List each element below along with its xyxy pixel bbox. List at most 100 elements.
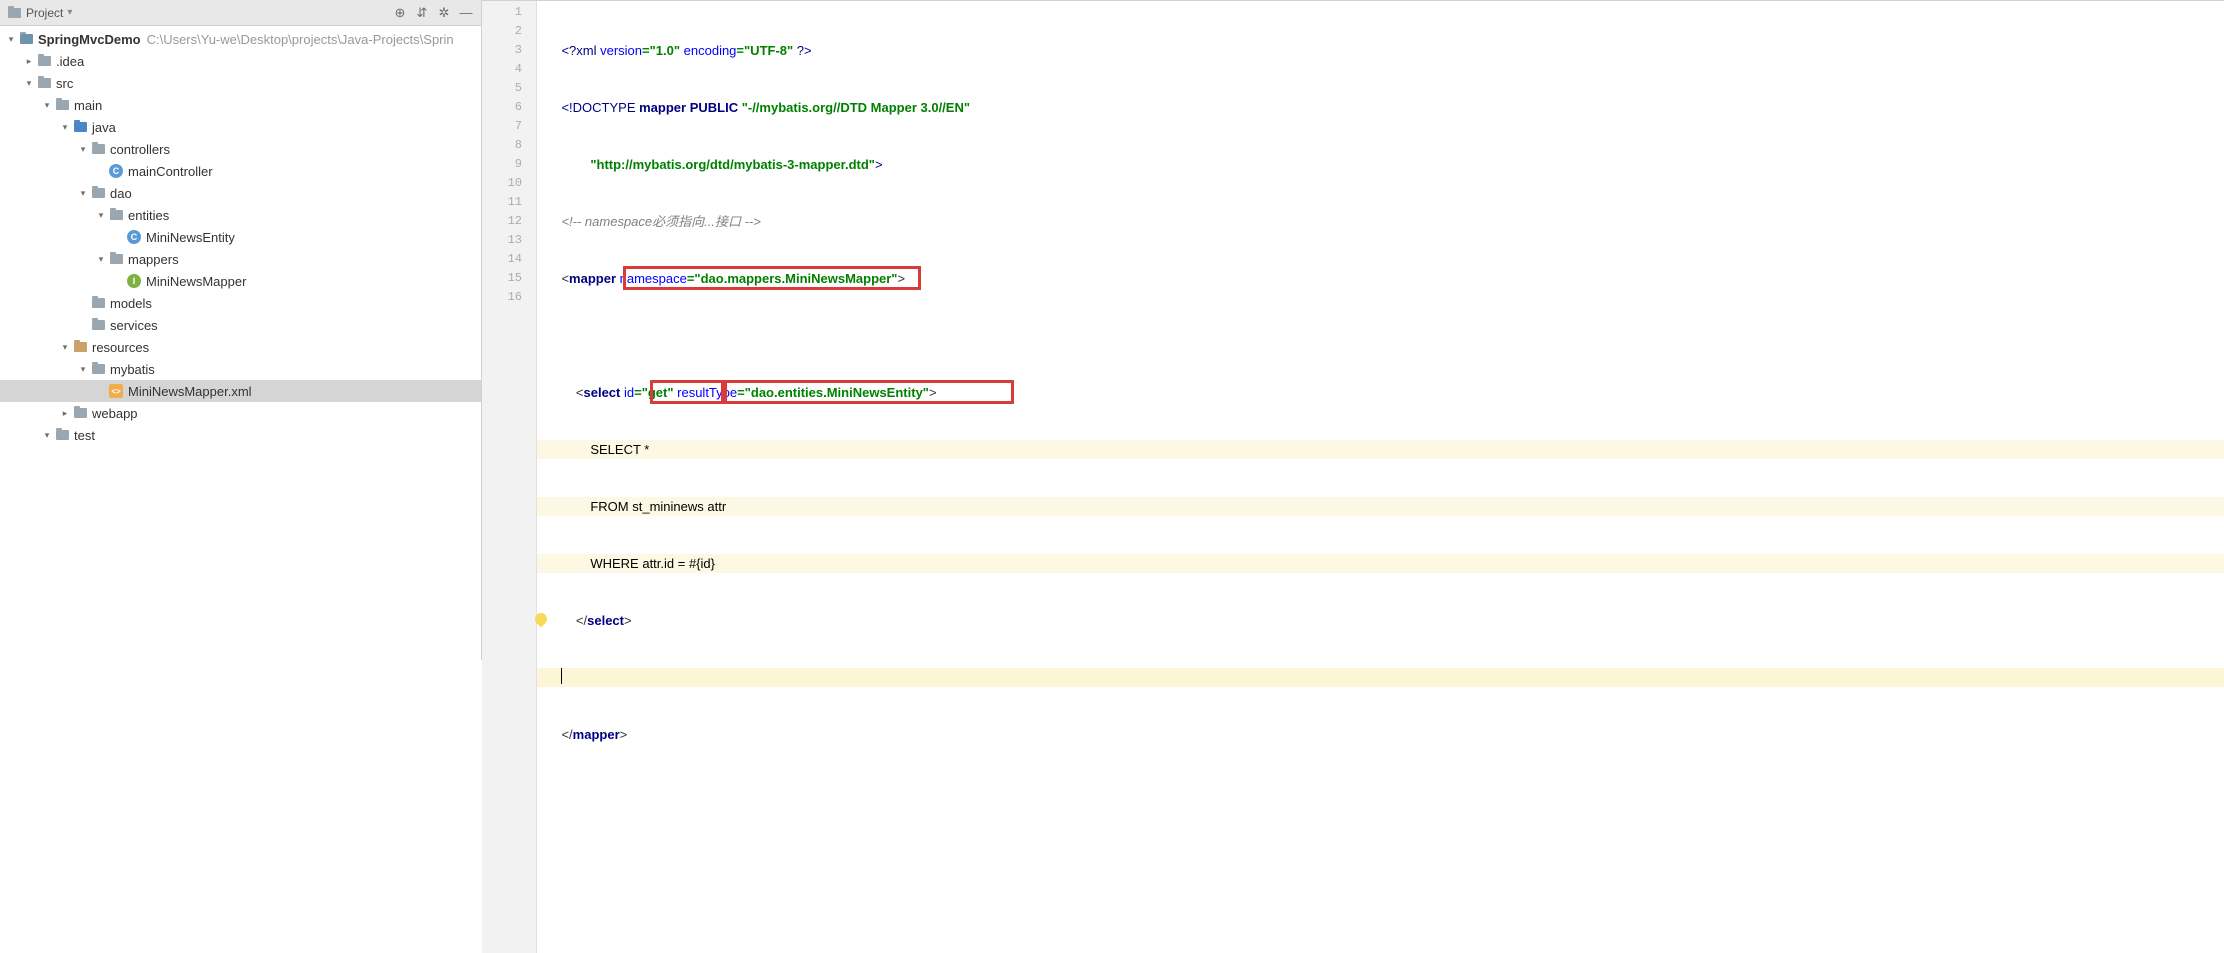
code-line[interactable]: SELECT *: [537, 440, 2224, 459]
code-line[interactable]: <?xml version="1.0" encoding="UTF-8" ?>: [537, 41, 2224, 60]
folder-icon: [36, 76, 52, 90]
line-number: 9: [482, 155, 536, 174]
expand-icon[interactable]: ▾: [58, 342, 72, 353]
tree-entities[interactable]: ▾ entities: [0, 204, 481, 226]
panel-title: Project: [26, 6, 63, 20]
package-icon: [90, 318, 106, 332]
gutter: 1 2 3 4 5 6 7 8 9 10 11 12 13 14 15 16: [482, 1, 537, 953]
code-line[interactable]: WHERE attr.id = #{id}: [537, 554, 2224, 573]
line-number: 2: [482, 22, 536, 41]
folder-icon: [90, 362, 106, 376]
tree-mappers[interactable]: ▾ mappers: [0, 248, 481, 270]
tree-label: SpringMvcDemo: [38, 32, 141, 47]
editor-body[interactable]: 1 2 3 4 5 6 7 8 9 10 11 12 13 14 15 16 <…: [482, 1, 2224, 953]
line-number: 1: [482, 3, 536, 22]
resource-folder-icon: [72, 340, 88, 354]
tree-models[interactable]: ▸ models: [0, 292, 481, 314]
code-area[interactable]: <?xml version="1.0" encoding="UTF-8" ?> …: [537, 1, 2224, 953]
tree-label: controllers: [110, 142, 170, 157]
code-line[interactable]: <select id="get" resultType="dao.entitie…: [537, 383, 2224, 402]
class-icon: C: [126, 230, 142, 244]
tree-root[interactable]: ▾ SpringMvcDemo C:\Users\Yu-we\Desktop\p…: [0, 28, 481, 50]
expand-icon[interactable]: ▾: [4, 34, 18, 45]
tree-minimapper[interactable]: ▸ I MiniNewsMapper: [0, 270, 481, 292]
xml-file-icon: <>: [108, 384, 124, 398]
line-number: 5: [482, 79, 536, 98]
interface-icon: I: [126, 274, 142, 288]
dropdown-icon[interactable]: ▾: [67, 7, 72, 18]
editor-area: xweb.xml× Sspringmvc.xml× IMiniNewsMappe…: [482, 0, 2224, 660]
tree-minientity[interactable]: ▸ C MiniNewsEntity: [0, 226, 481, 248]
code-line[interactable]: </select>: [537, 611, 2224, 630]
expand-icon[interactable]: ▾: [76, 364, 90, 375]
line-number: 15: [482, 269, 536, 288]
line-number: 11: [482, 193, 536, 212]
module-icon: [18, 32, 34, 46]
line-number: 16: [482, 288, 536, 307]
tree-test[interactable]: ▾ test: [0, 424, 481, 446]
tree-maincontroller[interactable]: ▸ C mainController: [0, 160, 481, 182]
project-tree[interactable]: ▾ SpringMvcDemo C:\Users\Yu-we\Desktop\p…: [0, 26, 481, 660]
code-line[interactable]: <!-- namespace必须指向...接口 -->: [537, 212, 2224, 231]
code-line[interactable]: [537, 839, 2224, 858]
package-icon: [90, 296, 106, 310]
code-line[interactable]: "http://mybatis.org/dtd/mybatis-3-mapper…: [537, 155, 2224, 174]
tree-idea[interactable]: ▸ .idea: [0, 50, 481, 72]
line-number: 12: [482, 212, 536, 231]
locate-icon[interactable]: ⊕: [391, 4, 409, 22]
tree-label: mainController: [128, 164, 213, 179]
expand-icon[interactable]: ▾: [94, 210, 108, 221]
tree-label: java: [92, 120, 116, 135]
code-line[interactable]: <!DOCTYPE mapper PUBLIC "-//mybatis.org/…: [537, 98, 2224, 117]
code-line[interactable]: </mapper>: [537, 725, 2224, 744]
tree-label: services: [110, 318, 158, 333]
package-icon: [108, 208, 124, 222]
tree-controllers[interactable]: ▾ controllers: [0, 138, 481, 160]
package-icon: [90, 142, 106, 156]
line-number: 6: [482, 98, 536, 117]
folder-icon: [54, 98, 70, 112]
tree-label: .idea: [56, 54, 84, 69]
line-number: 14: [482, 250, 536, 269]
project-icon: [6, 6, 22, 20]
line-number: 4: [482, 60, 536, 79]
code-line[interactable]: FROM st_mininews attr: [537, 497, 2224, 516]
tree-java[interactable]: ▾ java: [0, 116, 481, 138]
code-line[interactable]: [537, 896, 2224, 915]
expand-icon[interactable]: ▸: [22, 56, 36, 67]
hide-icon[interactable]: —: [457, 4, 475, 22]
tree-minimapper-xml[interactable]: ▸ <> MiniNewsMapper.xml: [0, 380, 481, 402]
expand-icon[interactable]: ▾: [76, 188, 90, 199]
line-number: 3: [482, 41, 536, 60]
tree-services[interactable]: ▸ services: [0, 314, 481, 336]
line-number: 13: [482, 231, 536, 250]
folder-icon: [72, 406, 88, 420]
tree-dao[interactable]: ▾ dao: [0, 182, 481, 204]
code-line[interactable]: <mapper namespace="dao.mappers.MiniNewsM…: [537, 269, 2224, 288]
tree-main[interactable]: ▾ main: [0, 94, 481, 116]
class-icon: C: [108, 164, 124, 178]
tree-src[interactable]: ▾ src: [0, 72, 481, 94]
expand-icon[interactable]: ▾: [40, 430, 54, 441]
tree-label: mappers: [128, 252, 179, 267]
expand-icon[interactable]: ▾: [22, 78, 36, 89]
tree-resources[interactable]: ▾ resources: [0, 336, 481, 358]
tree-label: MiniNewsEntity: [146, 230, 235, 245]
code-line[interactable]: [537, 326, 2224, 345]
tree-webapp[interactable]: ▸ webapp: [0, 402, 481, 424]
source-folder-icon: [72, 120, 88, 134]
line-number: 10: [482, 174, 536, 193]
expand-icon[interactable]: ▾: [94, 254, 108, 265]
code-line[interactable]: [537, 782, 2224, 801]
tree-hint: C:\Users\Yu-we\Desktop\projects\Java-Pro…: [147, 32, 454, 47]
tree-mybatis[interactable]: ▾ mybatis: [0, 358, 481, 380]
expand-icon[interactable]: ▸: [58, 408, 72, 419]
settings-icon[interactable]: ✲: [435, 4, 453, 22]
code-line[interactable]: [537, 668, 2224, 687]
expand-icon[interactable]: ▾: [58, 122, 72, 133]
expand-icon[interactable]: ▾: [76, 144, 90, 155]
panel-header: Project ▾ ⊕ ⇵ ✲ —: [0, 0, 481, 26]
collapse-icon[interactable]: ⇵: [413, 4, 431, 22]
expand-icon[interactable]: ▾: [40, 100, 54, 111]
line-number: 8: [482, 136, 536, 155]
